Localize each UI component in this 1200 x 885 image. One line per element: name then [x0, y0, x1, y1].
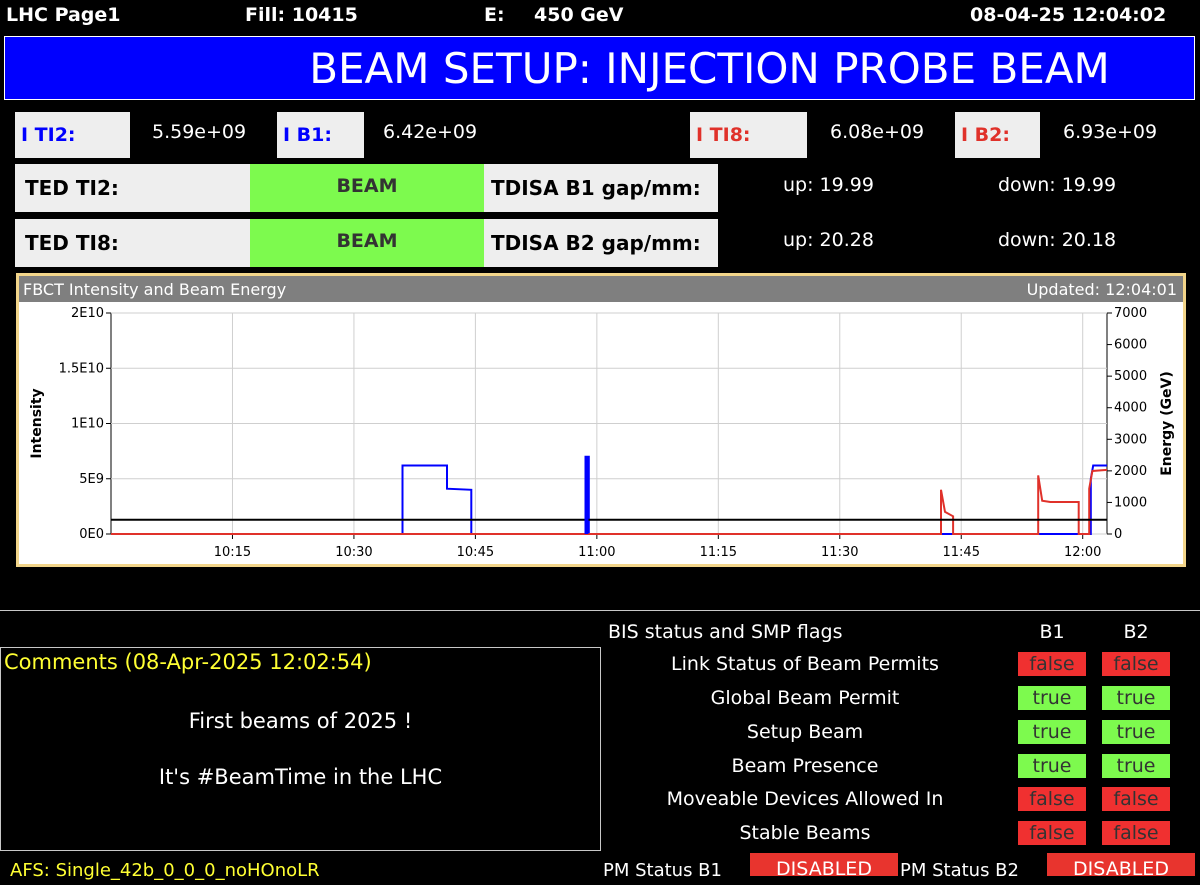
x-tick-label: 11:00 — [578, 545, 615, 560]
y2-tick-label: 3000 — [1114, 432, 1147, 447]
chart-updated: Updated: 12:04:01 — [1026, 280, 1177, 299]
i-ti2-label: I TI2: — [15, 112, 130, 158]
bis-b1-header: B1 — [1039, 621, 1065, 643]
y-tick-label: 2E10 — [71, 306, 104, 321]
comments-title: Comments (08-Apr-2025 12:02:54) — [4, 650, 372, 674]
tdisa-b2-label: TDISA B2 gap/mm: — [491, 231, 701, 255]
bis-row-label: Link Status of Beam Permits — [671, 653, 939, 675]
comment-line-1: First beams of 2025 ! — [188, 709, 413, 733]
y-axis-label: Intensity — [29, 388, 45, 458]
x-tick-label: 11:45 — [943, 545, 980, 560]
tdisa-b1-up: up: 19.99 — [783, 174, 874, 196]
bis-row-label: Beam Presence — [731, 755, 879, 777]
x-tick-label: 10:15 — [214, 545, 251, 560]
i-ti2-value: 5.59e+09 — [152, 121, 247, 143]
i-b1-label: I B1: — [277, 112, 364, 158]
tdisa-b2-down: down: 20.18 — [998, 229, 1117, 251]
bis-flag-b2: true — [1102, 686, 1170, 710]
pm-status-b2-badge: DISABLED — [1047, 853, 1195, 880]
y-tick-label: 0E0 — [79, 527, 104, 542]
comments-box — [0, 647, 601, 851]
chart-header: FBCT Intensity and Beam Energy Updated: … — [19, 276, 1183, 302]
i-b2-label: I B2: — [955, 112, 1040, 158]
afs-label: AFS: Single_42b_0_0_0_noHOnoLR — [10, 860, 320, 881]
bis-flag-b1: false — [1018, 787, 1086, 811]
bis-flag-b2: false — [1102, 652, 1170, 676]
i-b2-value: 6.93e+09 — [1063, 121, 1158, 143]
y2-tick-label: 5000 — [1114, 369, 1147, 384]
y2-tick-label: 6000 — [1114, 338, 1147, 353]
comment-line-2: It's #BeamTime in the LHC — [158, 765, 443, 789]
y-tick-label: 1E10 — [71, 417, 104, 432]
bis-flag-b2: true — [1102, 754, 1170, 778]
x-tick-label: 10:30 — [335, 545, 372, 560]
top-status-bar: LHC Page1 Fill: 10415 E: 450 GeV 08-04-2… — [0, 0, 1200, 32]
y2-axis-label: Energy (GeV) — [1159, 371, 1175, 476]
y2-tick-label: 7000 — [1114, 306, 1147, 321]
bis-flag-b1: true — [1018, 754, 1086, 778]
bis-flag-b1: true — [1018, 720, 1086, 744]
chart-title: FBCT Intensity and Beam Energy — [23, 280, 287, 299]
pm-status-b1-label: PM Status B1 — [603, 860, 722, 881]
bis-row-label: Setup Beam — [746, 721, 864, 743]
bis-b2-header: B2 — [1123, 621, 1149, 643]
x-tick-label: 10:45 — [457, 545, 494, 560]
bis-row-label: Moveable Devices Allowed In — [666, 788, 944, 810]
ted-ti8-label: TED TI8: — [25, 231, 119, 255]
bis-title: BIS status and SMP flags — [608, 621, 843, 643]
bis-flag-b1: false — [1018, 652, 1086, 676]
beam-mode-title: BEAM SETUP: INJECTION PROBE BEAM — [4, 36, 1195, 100]
x-tick-label: 12:00 — [1064, 545, 1101, 560]
x-tick-label: 11:30 — [821, 545, 858, 560]
i-ti8-label: I TI8: — [690, 112, 807, 158]
tdisa-b2-up: up: 20.28 — [783, 229, 874, 251]
i-b1-value: 6.42e+09 — [383, 121, 478, 143]
pm-status-b1-badge: DISABLED — [750, 853, 898, 880]
ted-ti8-state: BEAM — [250, 219, 484, 267]
energy-label: E: — [484, 4, 505, 26]
energy-value: 450 GeV — [534, 4, 624, 26]
tdisa-b1-label: TDISA B1 gap/mm: — [491, 176, 701, 200]
series-spike — [584, 456, 589, 534]
y-tick-label: 1.5E10 — [59, 361, 104, 376]
page-name: LHC Page1 — [6, 4, 121, 26]
tdisa-b1-down: down: 19.99 — [998, 174, 1117, 196]
pm-status-b2-label: PM Status B2 — [900, 860, 1019, 881]
bis-flag-b1: false — [1018, 821, 1086, 845]
bis-flag-b1: true — [1018, 686, 1086, 710]
y2-tick-label: 0 — [1114, 527, 1122, 542]
bis-flag-b2: true — [1102, 720, 1170, 744]
i-ti8-value: 6.08e+09 — [830, 121, 925, 143]
section-divider — [0, 610, 1200, 611]
ted-ti2-label: TED TI2: — [25, 176, 119, 200]
y2-tick-label: 4000 — [1114, 401, 1147, 416]
y-tick-label: 5E9 — [79, 472, 104, 487]
fbct-chart: 10:15 10:30 10:45 11:00 11:15 11:30 11:45 12:00… — [29, 306, 1175, 560]
fill-number: Fill: 10415 — [245, 4, 358, 26]
x-tick-label: 11:15 — [700, 545, 737, 560]
beam-mode-title-text: BEAM SETUP: INJECTION PROBE BEAM — [309, 44, 1110, 93]
ted-ti2-state: BEAM — [250, 164, 484, 212]
datetime: 08-04-25 12:04:02 — [970, 4, 1167, 26]
bis-flag-b2: false — [1102, 787, 1170, 811]
bis-flag-b2: false — [1102, 821, 1170, 845]
y2-tick-label: 1000 — [1114, 495, 1147, 510]
bis-row-label: Stable Beams — [739, 822, 871, 844]
y2-tick-label: 2000 — [1114, 464, 1147, 479]
bis-row-label: Global Beam Permit — [710, 687, 900, 709]
